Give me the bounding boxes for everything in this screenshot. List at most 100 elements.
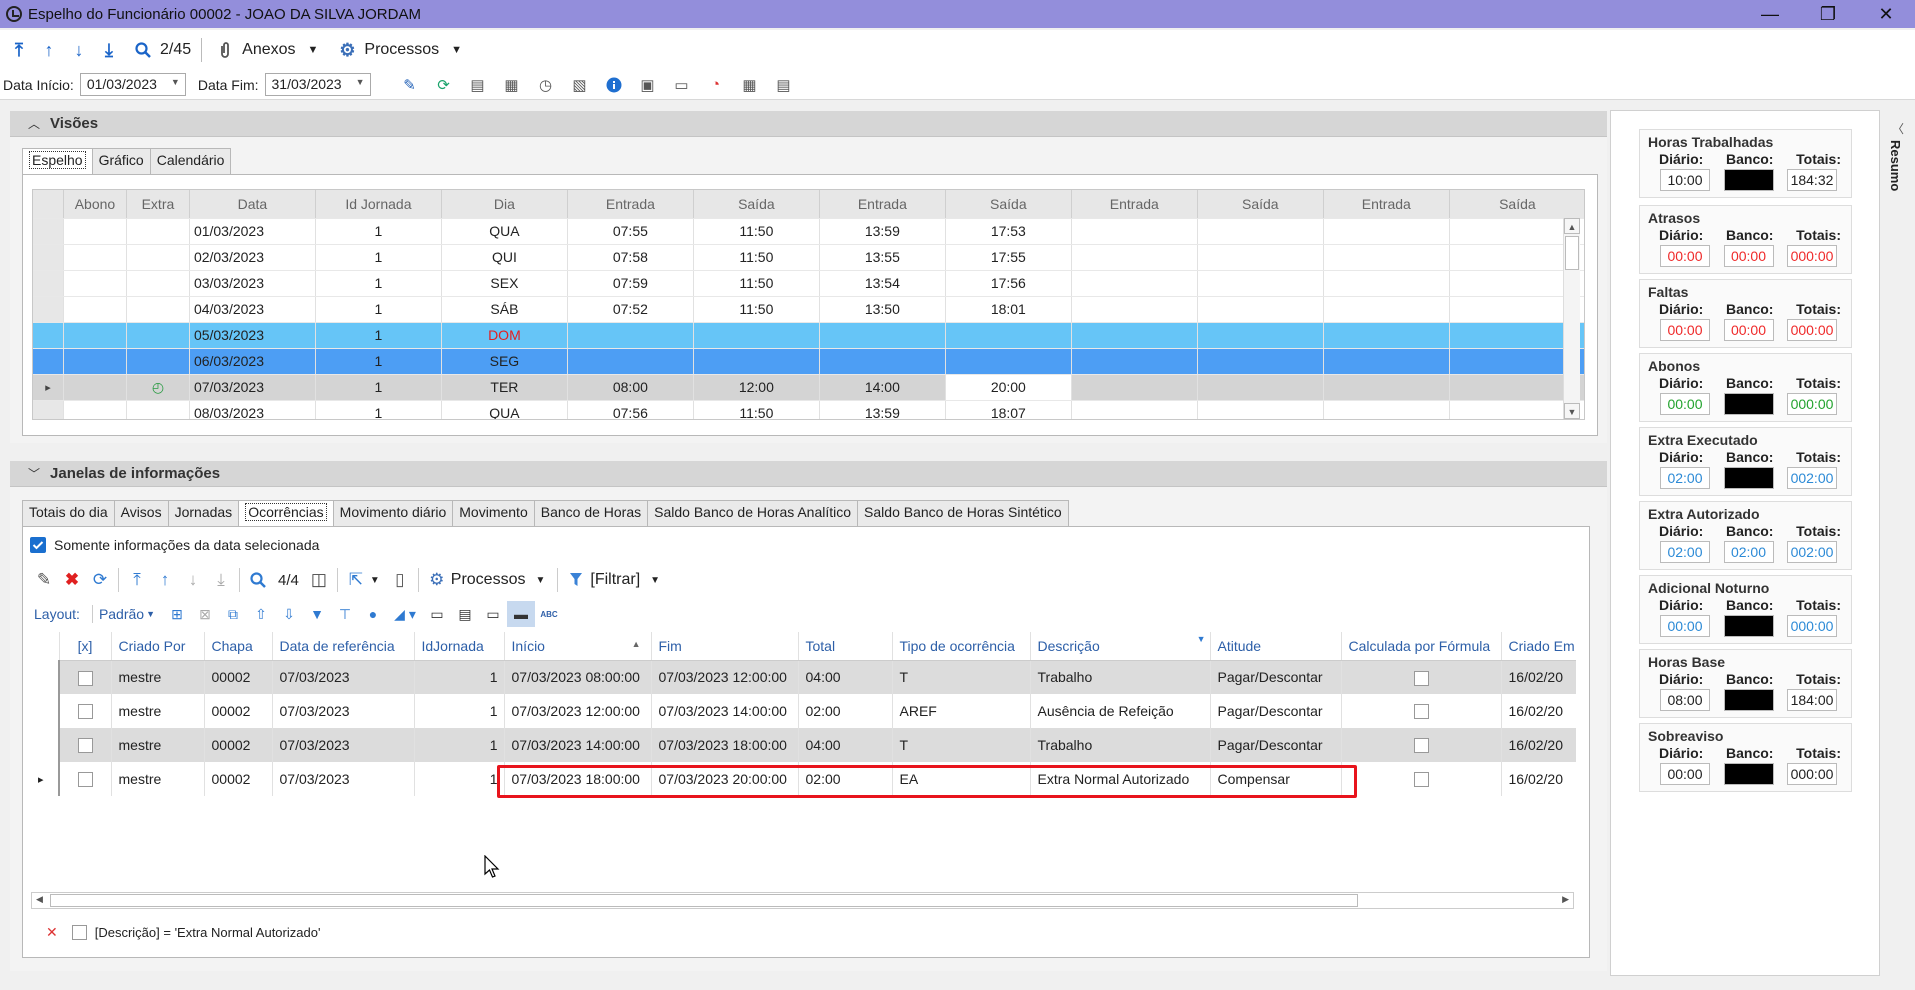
report-icon[interactable]: ▦ — [495, 72, 529, 98]
espelho-cell[interactable] — [126, 296, 190, 323]
column-header[interactable]: IdJornada — [414, 632, 505, 661]
espelho-cell[interactable] — [693, 322, 820, 349]
row-select-checkbox[interactable] — [59, 694, 112, 728]
espelho-cell[interactable] — [126, 244, 190, 271]
chevron-down-icon[interactable]: ▼ — [650, 575, 660, 586]
last-record-icon[interactable]: ⤓ — [96, 37, 122, 63]
ocorrencia-cell[interactable]: Trabalho — [1030, 660, 1211, 694]
espelho-cell[interactable]: SÁB — [441, 296, 568, 323]
ocorrencia-cell[interactable]: 16/02/20 — [1501, 728, 1576, 762]
ocorrencia-row[interactable]: mestre 00002 07/03/2023 1 07/03/2023 14:00:0… — [31, 728, 1576, 762]
tab-saldo-sintetico[interactable]: Saldo Banco de Horas Sintético — [857, 500, 1069, 526]
ocorrencia-cell[interactable]: 1 — [414, 728, 505, 762]
ocorrencia-cell[interactable]: 1 — [414, 660, 505, 694]
calculada-checkbox[interactable] — [1341, 728, 1502, 762]
ocorrencia-cell[interactable]: Ausência de Refeição — [1030, 694, 1211, 728]
espelho-cell[interactable]: 13:59 — [819, 400, 946, 419]
espelho-cell[interactable]: 13:50 — [819, 296, 946, 323]
espelho-cell[interactable] — [819, 322, 946, 349]
espelho-cell[interactable] — [1323, 218, 1450, 245]
export-layout-icon[interactable]: ⇩ — [275, 601, 303, 627]
espelho-cell[interactable] — [1323, 374, 1450, 401]
ocorrencia-cell[interactable]: 07/03/2023 14:00:00 — [651, 694, 799, 728]
espelho-cell[interactable] — [1071, 218, 1198, 245]
espelho-cell[interactable] — [1197, 400, 1324, 419]
tab-espelho[interactable]: Espelho — [22, 148, 93, 174]
scroll-thumb[interactable] — [50, 894, 1358, 907]
column-header[interactable]: Extra — [126, 190, 190, 219]
calendar-clock-icon[interactable]: ▤ — [461, 72, 495, 98]
espelho-row[interactable]: 05/03/2023 1 DOM — [33, 322, 1584, 349]
column-header[interactable]: Total — [798, 632, 893, 661]
espelho-cell[interactable] — [126, 270, 190, 297]
row-indicator[interactable] — [33, 270, 64, 297]
espelho-cell[interactable] — [1071, 296, 1198, 323]
ocorrencia-cell[interactable]: 16/02/20 — [1501, 762, 1576, 796]
spellcheck-icon[interactable]: ABC — [535, 601, 563, 627]
calculada-checkbox[interactable] — [1341, 660, 1502, 694]
ocorrencia-cell[interactable]: T — [892, 728, 1031, 762]
espelho-cell[interactable]: QUA — [441, 218, 568, 245]
row-indicator[interactable] — [31, 694, 60, 728]
chevron-left-icon[interactable]: 〈 — [1892, 120, 1904, 137]
ocorrencia-cell[interactable]: 07/03/2023 12:00:00 — [651, 660, 799, 694]
espelho-cell[interactable] — [819, 348, 946, 375]
row-indicator[interactable] — [31, 660, 60, 694]
espelho-cell[interactable]: 13:59 — [819, 218, 946, 245]
espelho-cell[interactable]: 01/03/2023 — [189, 218, 316, 245]
espelho-cell[interactable]: 11:50 — [693, 400, 820, 419]
export-icon[interactable]: ⇱ — [342, 566, 370, 594]
tab-jornadas[interactable]: Jornadas — [167, 500, 240, 526]
espelho-cell[interactable] — [945, 322, 1072, 349]
layout-select[interactable]: Padrão — [99, 606, 144, 622]
espelho-row[interactable]: 06/03/2023 1 SEG — [33, 348, 1584, 375]
espelho-cell[interactable] — [126, 322, 190, 349]
espelho-cell[interactable] — [567, 348, 694, 375]
chevron-down-icon[interactable]: ﹀ — [28, 465, 40, 482]
espelho-cell[interactable]: 17:53 — [945, 218, 1072, 245]
ocorrencias-horizontal-scrollbar[interactable]: ◀ ▶ — [31, 892, 1574, 909]
ocorrencia-cell[interactable]: 04:00 — [798, 728, 893, 762]
tab-saldo-analitico[interactable]: Saldo Banco de Horas Analítico — [647, 500, 859, 526]
ocorrencia-cell[interactable]: 16/02/20 — [1501, 660, 1576, 694]
column-header[interactable]: Criado Em — [1501, 632, 1576, 661]
column-header[interactable]: Abono — [63, 190, 127, 219]
row-select-checkbox[interactable] — [59, 728, 112, 762]
espelho-cell[interactable] — [1323, 400, 1450, 419]
alert-clock-icon[interactable]: ◔ — [699, 72, 733, 98]
visoes-panel-header[interactable]: ︿ Visões — [10, 111, 1607, 137]
chevron-down-icon[interactable]: ▼ — [535, 575, 545, 586]
scroll-left-icon[interactable]: ◀ — [36, 894, 43, 905]
espelho-cell[interactable] — [693, 348, 820, 375]
tab-grafico[interactable]: Gráfico — [91, 148, 151, 174]
chevron-down-icon[interactable]: ▼ — [308, 44, 319, 56]
tab-ocorrencias[interactable]: Ocorrências — [238, 500, 334, 526]
ocorrencia-row[interactable]: mestre 00002 07/03/2023 1 07/03/2023 12:00:0… — [31, 694, 1576, 728]
column-header[interactable]: Saída — [1197, 190, 1324, 219]
espelho-cell[interactable] — [126, 400, 190, 419]
column-header[interactable]: Data — [189, 190, 316, 219]
refresh-icon[interactable]: ⟳ — [86, 566, 114, 594]
espelho-cell[interactable]: 04/03/2023 — [189, 296, 316, 323]
ocorrencia-cell[interactable]: 07/03/2023 08:00:00 — [504, 660, 652, 694]
calculada-checkbox[interactable] — [1341, 762, 1502, 796]
row-indicator[interactable]: ▸ — [33, 374, 64, 401]
column-header[interactable]: Início ▲ — [504, 632, 652, 661]
espelho-cell[interactable] — [1197, 218, 1324, 245]
espelho-cell[interactable] — [567, 322, 694, 349]
espelho-row[interactable]: 04/03/2023 1 SÁB 07:52 11:50 13:50 18:01 — [33, 296, 1584, 323]
espelho-cell[interactable] — [126, 218, 190, 245]
espelho-cell[interactable]: 11:50 — [693, 296, 820, 323]
column-header[interactable]: Entrada — [1071, 190, 1198, 219]
info-icon[interactable] — [597, 72, 631, 98]
color-icon[interactable]: ● — [359, 601, 387, 627]
ocorrencia-cell[interactable]: 07/03/2023 — [272, 728, 415, 762]
espelho-cell[interactable]: 1 — [315, 348, 442, 375]
add-layout-icon[interactable]: ⊞ — [163, 601, 191, 627]
espelho-cell[interactable] — [1071, 322, 1198, 349]
espelho-cell[interactable]: 1 — [315, 270, 442, 297]
save-layout-icon[interactable]: ⧉ — [219, 601, 247, 627]
ocorrencia-cell[interactable]: 07/03/2023 12:00:00 — [504, 694, 652, 728]
row-indicator[interactable] — [33, 218, 64, 245]
document-icon[interactable]: ▯ — [386, 566, 414, 594]
